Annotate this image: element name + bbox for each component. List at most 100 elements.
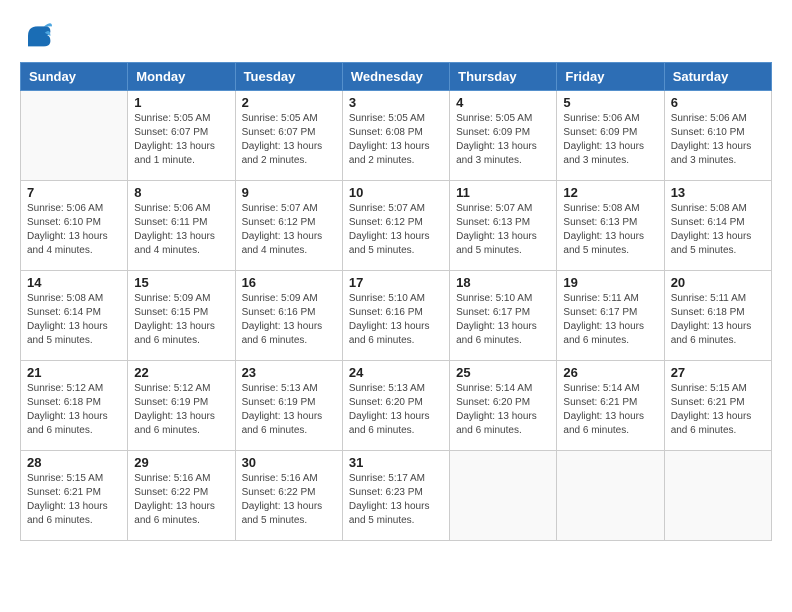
weekday-header: Thursday: [450, 63, 557, 91]
day-info: Sunrise: 5:15 AMSunset: 6:21 PMDaylight:…: [671, 382, 765, 438]
day-number: 11: [456, 185, 550, 200]
day-info: Sunrise: 5:06 AMSunset: 6:10 PMDaylight:…: [671, 112, 765, 168]
day-number: 25: [456, 365, 550, 380]
day-info: Sunrise: 5:05 AMSunset: 6:07 PMDaylight:…: [242, 112, 336, 168]
calendar: SundayMondayTuesdayWednesdayThursdayFrid…: [20, 62, 772, 541]
day-number: 7: [27, 185, 121, 200]
day-info: Sunrise: 5:05 AMSunset: 6:08 PMDaylight:…: [349, 112, 443, 168]
day-info: Sunrise: 5:16 AMSunset: 6:22 PMDaylight:…: [242, 472, 336, 528]
day-number: 26: [563, 365, 657, 380]
day-info: Sunrise: 5:07 AMSunset: 6:13 PMDaylight:…: [456, 202, 550, 258]
calendar-week: 21 Sunrise: 5:12 AMSunset: 6:18 PMDayligh…: [21, 361, 772, 451]
weekday-header: Saturday: [664, 63, 771, 91]
logo: [20, 20, 56, 52]
day-number: 18: [456, 275, 550, 290]
day-info: Sunrise: 5:11 AMSunset: 6:18 PMDaylight:…: [671, 292, 765, 348]
day-number: 30: [242, 455, 336, 470]
calendar-cell: 24Sunrise: 5:13 AMSunset: 6:20 PMDayligh…: [342, 361, 449, 451]
calendar-week: 1 Sunrise: 5:05 AMSunset: 6:07 PMDaylight…: [21, 91, 772, 181]
page-header: [20, 20, 772, 52]
calendar-cell: 22 Sunrise: 5:12 AMSunset: 6:19 PMDayligh…: [128, 361, 235, 451]
calendar-cell: 31 Sunrise: 5:17 AMSunset: 6:23 PMDayligh…: [342, 451, 449, 541]
day-number: 31: [349, 455, 443, 470]
day-info: Sunrise: 5:09 AMSunset: 6:15 PMDaylight:…: [134, 292, 228, 348]
calendar-cell: [450, 451, 557, 541]
calendar-cell: 7 Sunrise: 5:06 AMSunset: 6:10 PMDaylight…: [21, 181, 128, 271]
calendar-cell: 6 Sunrise: 5:06 AMSunset: 6:10 PMDaylight…: [664, 91, 771, 181]
day-info: Sunrise: 5:07 AMSunset: 6:12 PMDaylight:…: [242, 202, 336, 258]
day-number: 16: [242, 275, 336, 290]
calendar-cell: 19Sunrise: 5:11 AMSunset: 6:17 PMDayligh…: [557, 271, 664, 361]
day-info: Sunrise: 5:06 AMSunset: 6:11 PMDaylight:…: [134, 202, 228, 258]
day-info: Sunrise: 5:12 AMSunset: 6:19 PMDaylight:…: [134, 382, 228, 438]
day-number: 6: [671, 95, 765, 110]
day-number: 24: [349, 365, 443, 380]
day-number: 9: [242, 185, 336, 200]
day-info: Sunrise: 5:14 AMSunset: 6:21 PMDaylight:…: [563, 382, 657, 438]
day-info: Sunrise: 5:13 AMSunset: 6:19 PMDaylight:…: [242, 382, 336, 438]
calendar-cell: 21 Sunrise: 5:12 AMSunset: 6:18 PMDayligh…: [21, 361, 128, 451]
calendar-cell: 28 Sunrise: 5:15 AMSunset: 6:21 PMDayligh…: [21, 451, 128, 541]
day-info: Sunrise: 5:10 AMSunset: 6:16 PMDaylight:…: [349, 292, 443, 348]
day-info: Sunrise: 5:05 AMSunset: 6:07 PMDaylight:…: [134, 112, 228, 168]
day-info: Sunrise: 5:09 AMSunset: 6:16 PMDaylight:…: [242, 292, 336, 348]
weekday-header: Friday: [557, 63, 664, 91]
day-info: Sunrise: 5:08 AMSunset: 6:13 PMDaylight:…: [563, 202, 657, 258]
calendar-cell: 30 Sunrise: 5:16 AMSunset: 6:22 PMDayligh…: [235, 451, 342, 541]
day-info: Sunrise: 5:12 AMSunset: 6:18 PMDaylight:…: [27, 382, 121, 438]
day-number: 22: [134, 365, 228, 380]
calendar-cell: 20 Sunrise: 5:11 AMSunset: 6:18 PMDayligh…: [664, 271, 771, 361]
day-number: 17: [349, 275, 443, 290]
day-number: 3: [349, 95, 443, 110]
calendar-cell: 27 Sunrise: 5:15 AMSunset: 6:21 PMDayligh…: [664, 361, 771, 451]
calendar-cell: [664, 451, 771, 541]
day-number: 1: [134, 95, 228, 110]
day-number: 27: [671, 365, 765, 380]
day-info: Sunrise: 5:08 AMSunset: 6:14 PMDaylight:…: [671, 202, 765, 258]
day-info: Sunrise: 5:06 AMSunset: 6:10 PMDaylight:…: [27, 202, 121, 258]
day-info: Sunrise: 5:15 AMSunset: 6:21 PMDaylight:…: [27, 472, 121, 528]
day-info: Sunrise: 5:06 AMSunset: 6:09 PMDaylight:…: [563, 112, 657, 168]
calendar-cell: 17 Sunrise: 5:10 AMSunset: 6:16 PMDayligh…: [342, 271, 449, 361]
calendar-cell: 12 Sunrise: 5:08 AMSunset: 6:13 PMDayligh…: [557, 181, 664, 271]
calendar-cell: 3 Sunrise: 5:05 AMSunset: 6:08 PMDaylight…: [342, 91, 449, 181]
calendar-cell: 1 Sunrise: 5:05 AMSunset: 6:07 PMDaylight…: [128, 91, 235, 181]
day-info: Sunrise: 5:16 AMSunset: 6:22 PMDaylight:…: [134, 472, 228, 528]
weekday-header: Sunday: [21, 63, 128, 91]
calendar-week: 28 Sunrise: 5:15 AMSunset: 6:21 PMDayligh…: [21, 451, 772, 541]
calendar-cell: 23Sunrise: 5:13 AMSunset: 6:19 PMDayligh…: [235, 361, 342, 451]
day-number: 10: [349, 185, 443, 200]
day-number: 28: [27, 455, 121, 470]
day-number: 20: [671, 275, 765, 290]
weekday-header: Tuesday: [235, 63, 342, 91]
calendar-cell: 13 Sunrise: 5:08 AMSunset: 6:14 PMDayligh…: [664, 181, 771, 271]
calendar-cell: 10Sunrise: 5:07 AMSunset: 6:12 PMDayligh…: [342, 181, 449, 271]
calendar-cell: [557, 451, 664, 541]
day-number: 13: [671, 185, 765, 200]
calendar-cell: 18 Sunrise: 5:10 AMSunset: 6:17 PMDayligh…: [450, 271, 557, 361]
calendar-cell: 29Sunrise: 5:16 AMSunset: 6:22 PMDayligh…: [128, 451, 235, 541]
day-number: 21: [27, 365, 121, 380]
day-number: 2: [242, 95, 336, 110]
calendar-week: 7 Sunrise: 5:06 AMSunset: 6:10 PMDaylight…: [21, 181, 772, 271]
calendar-cell: [21, 91, 128, 181]
calendar-cell: 2 Sunrise: 5:05 AMSunset: 6:07 PMDaylight…: [235, 91, 342, 181]
day-number: 15: [134, 275, 228, 290]
calendar-cell: 15 Sunrise: 5:09 AMSunset: 6:15 PMDayligh…: [128, 271, 235, 361]
day-number: 4: [456, 95, 550, 110]
calendar-cell: 9 Sunrise: 5:07 AMSunset: 6:12 PMDaylight…: [235, 181, 342, 271]
calendar-cell: 11 Sunrise: 5:07 AMSunset: 6:13 PMDayligh…: [450, 181, 557, 271]
day-number: 14: [27, 275, 121, 290]
day-number: 8: [134, 185, 228, 200]
weekday-header: Wednesday: [342, 63, 449, 91]
day-number: 12: [563, 185, 657, 200]
calendar-cell: 14 Sunrise: 5:08 AMSunset: 6:14 PMDayligh…: [21, 271, 128, 361]
day-info: Sunrise: 5:10 AMSunset: 6:17 PMDaylight:…: [456, 292, 550, 348]
day-info: Sunrise: 5:08 AMSunset: 6:14 PMDaylight:…: [27, 292, 121, 348]
calendar-week: 14 Sunrise: 5:08 AMSunset: 6:14 PMDayligh…: [21, 271, 772, 361]
calendar-cell: 5 Sunrise: 5:06 AMSunset: 6:09 PMDaylight…: [557, 91, 664, 181]
day-info: Sunrise: 5:05 AMSunset: 6:09 PMDaylight:…: [456, 112, 550, 168]
day-info: Sunrise: 5:17 AMSunset: 6:23 PMDaylight:…: [349, 472, 443, 528]
day-number: 5: [563, 95, 657, 110]
calendar-cell: 16 Sunrise: 5:09 AMSunset: 6:16 PMDayligh…: [235, 271, 342, 361]
